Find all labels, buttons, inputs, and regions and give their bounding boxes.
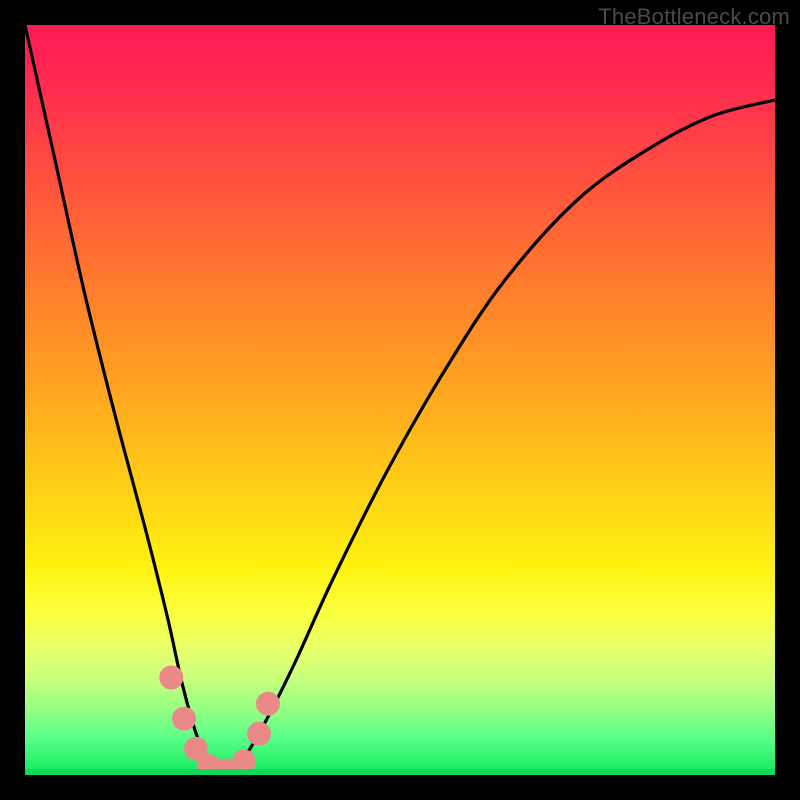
watermark-text: TheBottleneck.com <box>598 4 790 30</box>
bottleneck-curve <box>25 25 775 775</box>
bottom-green-strip <box>25 769 775 775</box>
marker-group <box>159 666 280 776</box>
marker-right-low <box>247 722 271 746</box>
marker-right-upper <box>256 692 280 716</box>
marker-left-upper <box>159 666 183 690</box>
plot-area <box>25 25 775 775</box>
marker-left-mid <box>172 707 196 731</box>
curve-layer <box>25 25 775 775</box>
chart-frame: TheBottleneck.com <box>0 0 800 800</box>
